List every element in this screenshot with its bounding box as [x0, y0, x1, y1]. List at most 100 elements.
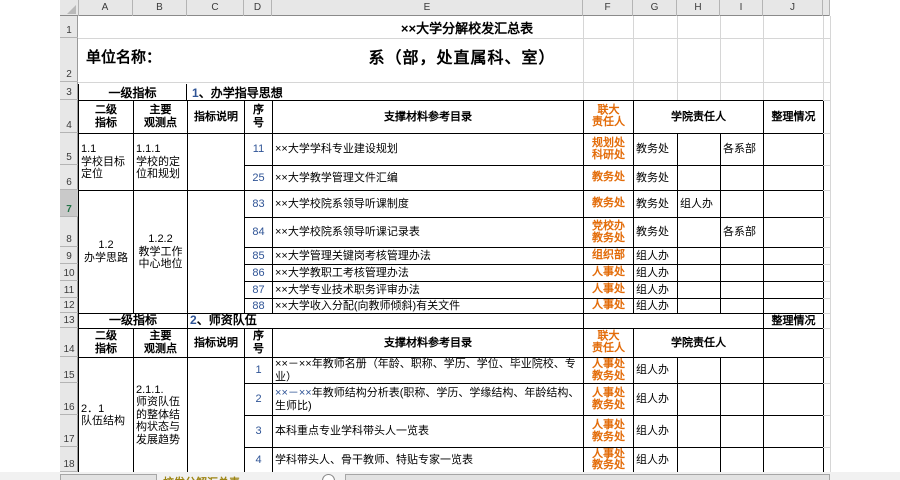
- header-lianda-responsible[interactable]: 联大 责任人: [583, 100, 634, 134]
- header-college-responsible[interactable]: 学院责任人: [633, 328, 765, 358]
- college-cell[interactable]: 组人办: [633, 415, 679, 449]
- observation-1-1-1-cell[interactable]: 1.1.1 学校的定位和规划: [133, 133, 188, 191]
- college-cell[interactable]: [720, 383, 765, 417]
- college-cell[interactable]: [677, 383, 722, 417]
- indicator-desc-cell[interactable]: [187, 190, 245, 314]
- row-header-5[interactable]: 5: [60, 133, 78, 165]
- row-header-14[interactable]: 14: [60, 328, 78, 357]
- header-serial[interactable]: 序 号: [244, 100, 273, 134]
- arrangement-cell[interactable]: [763, 217, 824, 248]
- college-cell[interactable]: 教务处: [633, 165, 678, 191]
- arrangement-cell[interactable]: [763, 447, 825, 474]
- header-indicator-desc[interactable]: 指标说明: [187, 100, 245, 134]
- arrangement-cell[interactable]: [763, 281, 824, 299]
- column-header-a[interactable]: A: [78, 0, 133, 16]
- row-header-8[interactable]: 8: [60, 217, 78, 247]
- college-cell[interactable]: [720, 190, 764, 218]
- doc-cell[interactable]: 本科重点专业学科带头人一览表: [272, 415, 585, 449]
- row-header-6[interactable]: 6: [60, 165, 78, 190]
- college-cell[interactable]: [677, 281, 721, 299]
- college-cell[interactable]: [720, 264, 764, 282]
- header-indicator-desc[interactable]: 指标说明: [187, 328, 246, 358]
- observation-1-2-2-cell[interactable]: 1.2.2 教学工作中心地位: [133, 190, 188, 314]
- indicator-2-1-cell[interactable]: 2．1 队伍结构: [78, 356, 134, 474]
- college-cell[interactable]: [720, 281, 764, 299]
- sheet-tab[interactable]: 校发分解汇总表: [163, 474, 323, 480]
- serial-cell[interactable]: 2: [244, 383, 274, 417]
- college-cell[interactable]: 组人办: [677, 190, 721, 218]
- observation-2-1-1-cell[interactable]: 2.1.1. 师资队伍的整体结构状态与发展趋势: [132, 356, 189, 474]
- doc-cell[interactable]: ××大学管理关键岗考核管理办法: [272, 247, 584, 265]
- column-header-c[interactable]: C: [187, 0, 244, 16]
- doc-cell[interactable]: ××大学收入分配(向教师倾斜)有关文件: [272, 298, 584, 314]
- header-observation-point[interactable]: 主要 观测点: [133, 100, 188, 134]
- doc-cell[interactable]: ××大学校院系领导听课制度: [272, 190, 584, 218]
- college-cell[interactable]: 组人办: [633, 383, 679, 417]
- serial-cell[interactable]: 86: [244, 264, 273, 282]
- serial-cell[interactable]: 3: [244, 415, 274, 449]
- doc-cell[interactable]: ××大学专业技术职务评审办法: [272, 281, 584, 299]
- indicator-1-1-cell[interactable]: 1.1 学校目标定位: [78, 133, 134, 191]
- doc-cell[interactable]: ××大学校院系领导听课记录表: [272, 217, 584, 248]
- serial-cell[interactable]: 87: [244, 281, 273, 299]
- college-cell[interactable]: 各系部: [720, 133, 764, 166]
- lianda-cell[interactable]: 人事处: [583, 264, 634, 282]
- doc-cell[interactable]: ××大学教职工考核管理办法: [272, 264, 584, 282]
- lianda-cell[interactable]: 人事处: [583, 298, 634, 314]
- section2-arrangement-cell[interactable]: 整理情况: [763, 313, 825, 329]
- new-sheet-icon[interactable]: [322, 474, 335, 480]
- header-support-materials[interactable]: 支撑材料参考目录: [272, 328, 585, 358]
- college-cell[interactable]: [677, 217, 721, 248]
- lianda-cell[interactable]: 人事处 教务处: [583, 447, 635, 474]
- college-cell[interactable]: [677, 447, 722, 474]
- serial-cell[interactable]: 11: [244, 133, 273, 166]
- doc-cell[interactable]: ××－××年教师名册（年龄、职称、学历、学位、毕业院校、专业）: [272, 356, 585, 385]
- lianda-cell[interactable]: 人事处: [583, 281, 634, 299]
- select-all-corner[interactable]: [60, 0, 79, 16]
- header-support-materials[interactable]: 支撑材料参考目录: [272, 100, 584, 134]
- college-cell[interactable]: [720, 447, 765, 474]
- header-lianda-responsible[interactable]: 联大 责任人: [583, 328, 635, 358]
- row-header-7-active[interactable]: 7: [60, 190, 78, 217]
- college-cell[interactable]: [677, 415, 722, 449]
- row-header-17[interactable]: 17: [60, 415, 78, 447]
- college-cell[interactable]: 教务处: [633, 190, 678, 218]
- lianda-cell[interactable]: 党校办 教务处: [583, 217, 634, 248]
- serial-cell[interactable]: 84: [244, 217, 273, 248]
- arrangement-cell[interactable]: [763, 190, 824, 218]
- empty-cell[interactable]: [763, 328, 825, 358]
- row-header-3[interactable]: 3: [60, 82, 78, 100]
- doc-cell[interactable]: ××大学学科专业建设规划: [272, 133, 584, 166]
- college-cell[interactable]: 组人办: [633, 356, 679, 385]
- column-header-i[interactable]: I: [720, 0, 763, 16]
- unit-name-value-cell[interactable]: 系（部，处直属科、室）: [272, 44, 652, 68]
- column-header-d[interactable]: D: [244, 0, 272, 16]
- header-serial[interactable]: 序 号: [244, 328, 274, 358]
- header-college-responsible[interactable]: 学院责任人: [633, 100, 764, 134]
- lianda-cell[interactable]: 人事处 教务处: [583, 383, 635, 417]
- college-cell[interactable]: [720, 298, 764, 314]
- column-header-j[interactable]: J: [763, 0, 823, 16]
- arrangement-cell[interactable]: [763, 133, 824, 166]
- college-cell[interactable]: 教务处: [633, 133, 678, 166]
- column-header-b[interactable]: B: [133, 0, 187, 16]
- doc-cell[interactable]: ××大学教学管理文件汇编: [272, 165, 584, 191]
- row-header-4[interactable]: 4: [60, 100, 78, 133]
- college-cell[interactable]: 各系部: [720, 217, 764, 248]
- lianda-cell[interactable]: 组织部: [583, 247, 634, 265]
- column-header-g[interactable]: G: [633, 0, 677, 16]
- section1-name-cell[interactable]: 1、办学指导思想: [192, 84, 283, 101]
- doc-cell[interactable]: 学科带头人、骨干教师、特贴专家一览表: [272, 447, 585, 474]
- serial-cell[interactable]: 25: [244, 165, 273, 191]
- row-header-15[interactable]: 15: [60, 357, 78, 383]
- indicator-desc-cell[interactable]: [187, 356, 246, 474]
- college-cell[interactable]: [677, 264, 721, 282]
- header-secondary-indicator[interactable]: 二级 指标: [78, 328, 134, 358]
- college-cell[interactable]: [720, 415, 765, 449]
- header-secondary-indicator[interactable]: 二级 指标: [78, 100, 134, 134]
- lianda-cell[interactable]: 人事处 教务处: [583, 356, 635, 385]
- lianda-cell[interactable]: 教务处: [583, 190, 634, 218]
- row-header-12[interactable]: 12: [60, 298, 78, 313]
- section1-level-label-cell[interactable]: 一级指标: [78, 84, 187, 100]
- serial-cell[interactable]: 1: [244, 356, 274, 385]
